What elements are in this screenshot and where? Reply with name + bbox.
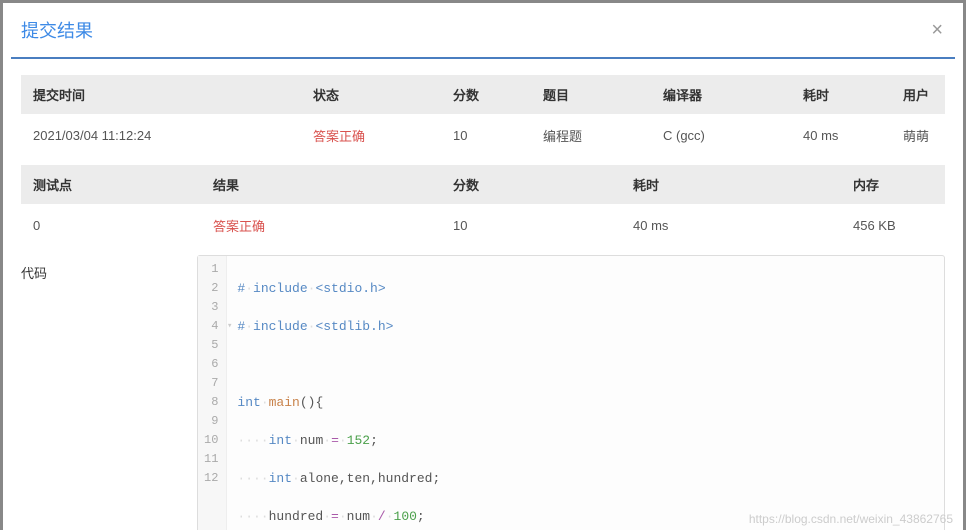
- cell-tp-score: 10: [441, 204, 621, 247]
- gutter-line: 9: [204, 412, 218, 431]
- testpoint-row: 0 答案正确 10 40 ms 456 KB: [21, 204, 945, 247]
- gutter-line: 8: [204, 393, 218, 412]
- th-memory: 内存: [841, 165, 945, 204]
- gutter-line: 11: [204, 450, 218, 469]
- cell-problem: 编程题: [531, 114, 651, 157]
- modal-title: 提交结果: [21, 17, 93, 43]
- summary-table: 提交时间 状态 分数 题目 编译器 耗时 用户 2021/03/04 11:12…: [21, 75, 945, 157]
- th-runtime: 耗时: [791, 75, 891, 114]
- code-label: 代码: [21, 255, 197, 530]
- modal-header: 提交结果 ×: [3, 3, 963, 57]
- gutter-line: 3: [204, 298, 218, 317]
- summary-row: 2021/03/04 11:12:24 答案正确 10 编程题 C (gcc) …: [21, 114, 945, 157]
- line-gutter: 1 2 3 4▾ 5 6 7 8 9 10 11 12: [198, 256, 227, 530]
- testpoint-header-row: 测试点 结果 分数 耗时 内存: [21, 165, 945, 204]
- cell-result: 答案正确: [201, 204, 441, 247]
- cell-status: 答案正确: [301, 114, 441, 157]
- submission-result-modal: 提交结果 × 提交时间 状态 分数 题目 编译器 耗时 用户: [0, 0, 966, 530]
- cell-test-id: 0: [21, 204, 201, 247]
- th-status: 状态: [301, 75, 441, 114]
- cell-compiler: C (gcc): [651, 114, 791, 157]
- fold-icon[interactable]: ▾: [227, 317, 232, 336]
- gutter-line: 2: [204, 279, 218, 298]
- cell-score: 10: [441, 114, 531, 157]
- modal-content: 提交时间 状态 分数 题目 编译器 耗时 用户 2021/03/04 11:12…: [3, 59, 963, 530]
- summary-header-row: 提交时间 状态 分数 题目 编译器 耗时 用户: [21, 75, 945, 114]
- code-content: #·include·<stdio.h> #·include·<stdlib.h>…: [227, 256, 700, 530]
- gutter-line: 7: [204, 374, 218, 393]
- th-problem: 题目: [531, 75, 651, 114]
- gutter-line: 12: [204, 469, 218, 488]
- th-user: 用户: [891, 75, 945, 114]
- th-score: 分数: [441, 75, 531, 114]
- gutter-line: 5: [204, 336, 218, 355]
- th-submit-time: 提交时间: [21, 75, 301, 114]
- th-result: 结果: [201, 165, 441, 204]
- cell-runtime: 40 ms: [791, 114, 891, 157]
- code-section: 代码 1 2 3 4▾ 5 6 7 8 9 10 11 12 #·include…: [21, 255, 945, 530]
- gutter-line: 6: [204, 355, 218, 374]
- gutter-line: 1: [204, 260, 218, 279]
- cell-submit-time: 2021/03/04 11:12:24: [21, 114, 301, 157]
- th-compiler: 编译器: [651, 75, 791, 114]
- th-tp-score: 分数: [441, 165, 621, 204]
- cell-tp-runtime: 40 ms: [621, 204, 841, 247]
- th-tp-runtime: 耗时: [621, 165, 841, 204]
- th-testpoint: 测试点: [21, 165, 201, 204]
- gutter-line: 4▾: [204, 317, 218, 336]
- cell-user: 萌萌: [891, 114, 945, 157]
- gutter-line: 10: [204, 431, 218, 450]
- code-editor[interactable]: 1 2 3 4▾ 5 6 7 8 9 10 11 12 #·include·<s…: [197, 255, 945, 530]
- testpoint-table: 测试点 结果 分数 耗时 内存 0 答案正确 10 40 ms 456 KB: [21, 165, 945, 247]
- cell-memory: 456 KB: [841, 204, 945, 247]
- close-button[interactable]: ×: [931, 20, 943, 40]
